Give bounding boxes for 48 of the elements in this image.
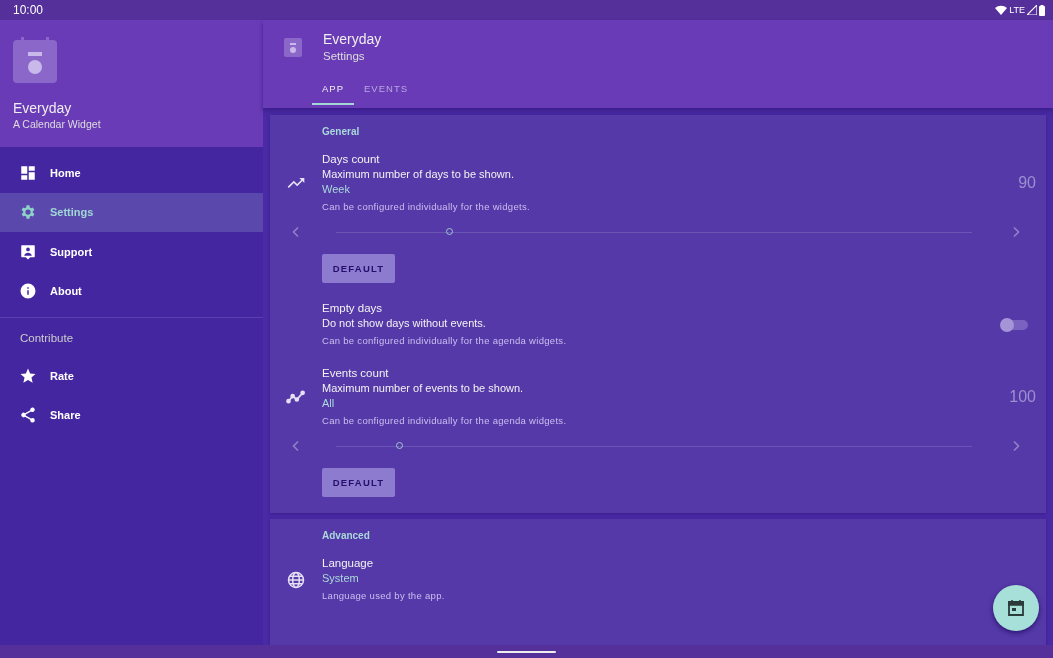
network-label: LTE	[1009, 5, 1025, 15]
setting-summary: Maximum number of days to be shown.	[322, 167, 515, 182]
share-icon	[19, 406, 37, 425]
nav-item[interactable]: About	[0, 271, 263, 311]
tab[interactable]: APP	[312, 77, 354, 105]
section-title: Advanced	[322, 530, 371, 541]
setting-summary: Do not show days without events.	[322, 316, 487, 331]
nav-item[interactable]: Share	[0, 395, 263, 435]
nav-item[interactable]: Rate	[0, 356, 263, 396]
home-handle[interactable]	[497, 650, 556, 653]
default-button[interactable]: DEFAULT	[322, 254, 395, 283]
setting-summary: Maximum number of events to be shown.	[322, 381, 525, 396]
info-icon	[19, 282, 37, 301]
calendar-icon	[284, 37, 302, 57]
section-header: Contribute	[19, 331, 75, 346]
setting-value: All	[322, 396, 336, 411]
signal-icon	[1027, 5, 1037, 15]
default-button[interactable]: DEFAULT	[322, 468, 395, 497]
globe-icon	[286, 569, 306, 590]
setting-title: Language	[322, 556, 375, 571]
nav-item[interactable]: Settings	[0, 192, 263, 232]
setting-title: Days count	[322, 152, 381, 167]
setting-note: Language used by the app.	[322, 589, 446, 603]
status-time: 10:00	[13, 3, 44, 17]
calendar-icon	[1007, 599, 1025, 617]
setting-value: System	[322, 571, 360, 586]
toolbar-title: Everyday	[323, 31, 382, 47]
wifi-icon	[995, 5, 1008, 15]
dashboard-icon	[19, 163, 37, 182]
value-reading: 100	[1009, 388, 1037, 406]
app-name: Everyday	[13, 100, 73, 116]
calendar-app-icon	[13, 37, 57, 83]
setting-title: Empty days	[322, 301, 384, 316]
nav-item[interactable]: Support	[0, 232, 263, 272]
setting-note: Can be configured individually for the widgets.	[322, 200, 531, 214]
setting-note: Can be configured individually for the agenda widgets.	[322, 334, 568, 348]
app-subtitle: A Calendar Widget	[13, 118, 102, 130]
gear-icon	[19, 203, 37, 222]
toolbar-subtitle: Settings	[323, 50, 366, 62]
setting-title: Events count	[322, 366, 390, 381]
contact-card-icon	[19, 242, 37, 261]
battery-icon	[1039, 4, 1045, 16]
section-title: General	[322, 126, 361, 137]
nav-item[interactable]: Home	[0, 153, 263, 193]
value-reading: 90	[1018, 174, 1037, 192]
toggle-switch[interactable]	[1000, 317, 1028, 332]
setting-value: Week	[322, 182, 351, 197]
setting-note: Can be configured individually for the agenda widgets.	[322, 414, 568, 428]
